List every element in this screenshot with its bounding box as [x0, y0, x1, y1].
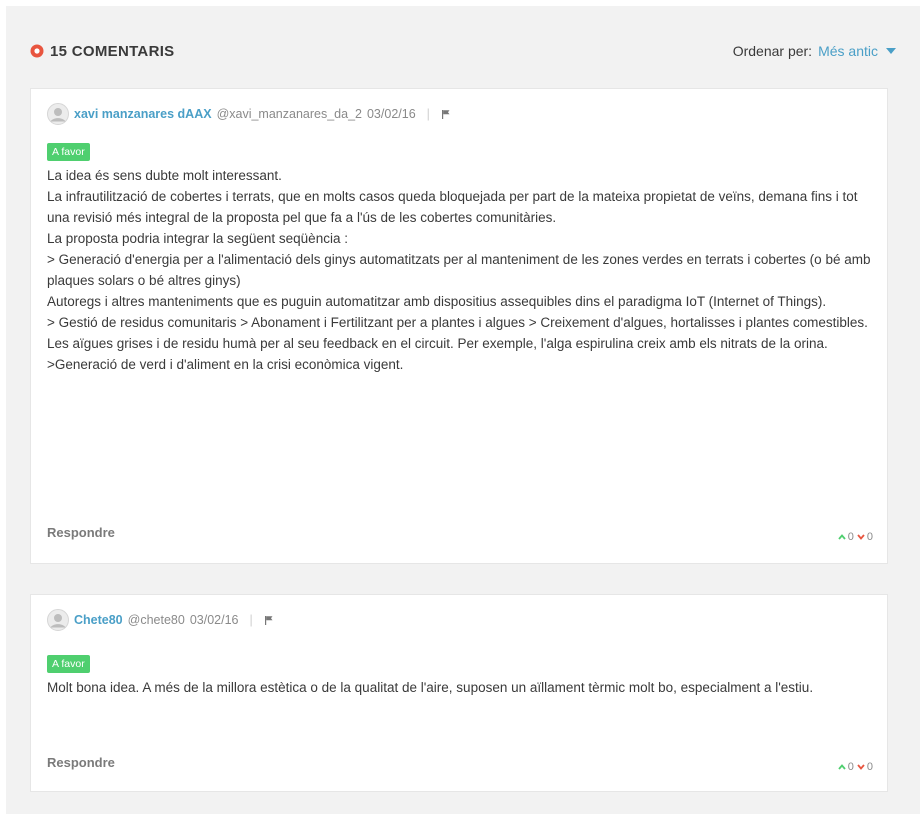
comment-line: La proposta podria integrar la següent s… — [47, 231, 348, 246]
comment-line: Autoregs i altres manteniments que es pu… — [47, 294, 827, 309]
sort-control: Ordenar per: Més antic — [733, 43, 896, 59]
reply-link[interactable]: Respondre — [47, 525, 115, 540]
comment-body: La idea és sens dubte molt interessant. … — [47, 165, 873, 375]
comment-body: Molt bona idea. A més de la millora estè… — [47, 677, 873, 698]
comment-author[interactable]: xavi manzanares dAAX — [74, 107, 212, 121]
downvote-count: 0 — [866, 531, 873, 543]
comment-handle: @xavi_manzanares_da_2 — [216, 107, 362, 121]
chevron-up-icon — [838, 534, 846, 540]
avatar-icon — [47, 609, 69, 631]
vote-controls: 0 0 — [838, 531, 873, 543]
chevron-up-icon — [838, 764, 846, 770]
comment-meta: xavi manzanares dAAX @xavi_manzanares_da… — [47, 103, 451, 125]
comment-handle: @chete80 — [127, 613, 185, 627]
chevron-down-icon — [857, 534, 865, 540]
reply-link[interactable]: Respondre — [47, 755, 115, 770]
comment-line: Les aïgues grises i de residu humà per a… — [47, 336, 828, 351]
meta-divider: | — [249, 613, 253, 627]
comment-line: La infrautilització de cobertes i terrat… — [47, 189, 858, 225]
comments-count-label: 15 COMENTARIS — [50, 42, 175, 60]
sort-dropdown[interactable]: Més antic — [818, 43, 878, 59]
comments-panel: 15 COMENTARIS Ordenar per: Més antic xav… — [6, 6, 920, 814]
upvote-button[interactable]: 0 — [838, 531, 854, 543]
comment-date: 03/02/16 — [189, 613, 239, 627]
comment-count-icon — [30, 44, 44, 58]
comment-line: La idea és sens dubte molt interessant. — [47, 168, 282, 183]
downvote-count: 0 — [866, 761, 873, 773]
chevron-down-icon — [857, 764, 865, 770]
upvote-count: 0 — [847, 531, 854, 543]
downvote-button[interactable]: 0 — [857, 531, 873, 543]
comment-author[interactable]: Chete80 — [74, 613, 123, 627]
comment-line: > Generació d'energia per a l'alimentaci… — [47, 252, 871, 288]
flag-icon[interactable] — [441, 109, 451, 119]
sort-label: Ordenar per: — [732, 43, 813, 59]
comment-line: Molt bona idea. A més de la millora estè… — [47, 680, 814, 695]
avatar-icon — [47, 103, 69, 125]
flag-icon[interactable] — [264, 615, 274, 625]
caret-down-icon[interactable] — [886, 48, 896, 54]
comment-card: Chete80 @chete80 03/02/16 | A favor Molt… — [30, 594, 888, 792]
meta-divider: | — [426, 107, 430, 121]
comment-line: > Gestió de residus comunitaris > Abonam… — [47, 315, 868, 330]
comment-meta: Chete80 @chete80 03/02/16 | — [47, 609, 274, 631]
upvote-count: 0 — [847, 761, 854, 773]
downvote-button[interactable]: 0 — [857, 761, 873, 773]
comments-header: 15 COMENTARIS Ordenar per: Més antic — [30, 36, 896, 66]
comment-card: xavi manzanares dAAX @xavi_manzanares_da… — [30, 88, 888, 564]
comments-count: 15 COMENTARIS — [30, 43, 174, 60]
stance-badge: A favor — [47, 655, 90, 673]
stance-badge: A favor — [47, 143, 90, 161]
upvote-button[interactable]: 0 — [838, 761, 854, 773]
comment-line: >Generació de verd i d'aliment en la cri… — [47, 357, 404, 372]
vote-controls: 0 0 — [838, 761, 873, 773]
comment-date: 03/02/16 — [366, 107, 416, 121]
